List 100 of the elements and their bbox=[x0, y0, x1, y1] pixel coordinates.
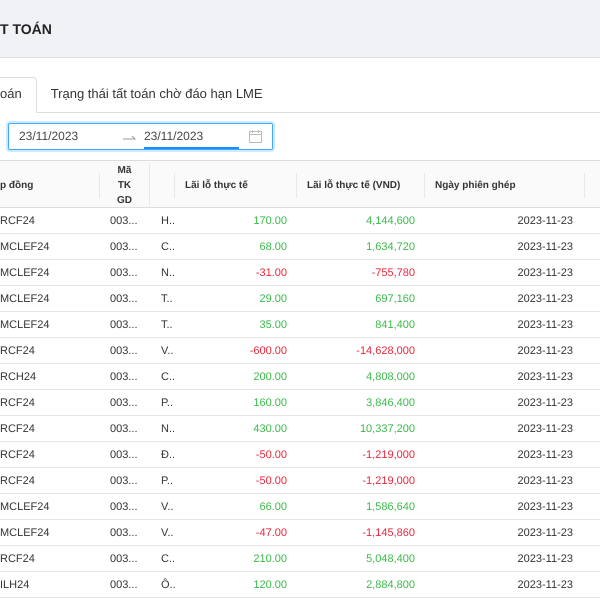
table-cell-text: 003... bbox=[109, 448, 139, 462]
table-cell-text: N.. bbox=[160, 266, 175, 280]
table-cell-text: Ô.. bbox=[160, 577, 175, 592]
table-cell-text: 003... bbox=[109, 474, 139, 488]
table-cell-text: 2023-11-23 bbox=[516, 500, 574, 514]
table-cell-text: 200.00 bbox=[252, 370, 288, 384]
tab[interactable]: Trạng thái tất toán chờ đáo hạn LME bbox=[36, 78, 277, 113]
table-cell-text: 2023-11-23 bbox=[516, 552, 574, 566]
table-cell-text: 2023-11-23 bbox=[516, 292, 574, 306]
table-cell-text: 003... bbox=[109, 370, 139, 384]
table-cell-text: MCLEF24 bbox=[0, 266, 51, 280]
table-cell-text: 68.00 bbox=[258, 240, 288, 254]
table-cell-text: C.. bbox=[160, 240, 175, 254]
table-cell-text: 003... bbox=[109, 214, 139, 228]
date-input[interactable]: 23/11/2023 bbox=[144, 124, 239, 148]
table-cell-text: -1,219,000 bbox=[361, 448, 416, 462]
table-cell-text: 003... bbox=[109, 396, 139, 410]
table-cell-text: 29.00 bbox=[258, 292, 288, 306]
calendar-icon bbox=[249, 130, 262, 143]
table-cell-text: 5,048,400 bbox=[365, 552, 416, 566]
table-cell-text: 1,586,640 bbox=[365, 500, 416, 514]
table-cell-text: 2023-11-23 bbox=[516, 318, 574, 332]
table-cell-text: 003... bbox=[109, 500, 139, 514]
table-cell-text: RCF24 bbox=[0, 214, 36, 228]
table-cell-text: -47.00 bbox=[254, 526, 288, 540]
table-cell-text: 2023-11-23 bbox=[516, 396, 574, 410]
column-header: p đồng bbox=[0, 180, 34, 191]
table-cell-text: 841,400 bbox=[374, 318, 416, 332]
table-cell-text: 1,634,720 bbox=[365, 240, 416, 254]
table-cell-text: RCF24 bbox=[0, 344, 36, 358]
table-cell-text: P.. bbox=[160, 396, 174, 410]
table-cell-text: 2023-11-23 bbox=[516, 266, 574, 280]
table-cell-text: C.. bbox=[160, 552, 175, 566]
table-cell-text: 003... bbox=[109, 292, 139, 306]
table-cell-text: 2,884,800 bbox=[365, 578, 416, 592]
table-cell-text: MCLEF24 bbox=[0, 318, 51, 332]
table-cell-text: 003... bbox=[109, 422, 139, 436]
table-cell-text: P.. bbox=[160, 474, 174, 488]
table-cell-text: -31.00 bbox=[254, 266, 288, 280]
page-title: T TOÁN bbox=[0, 20, 52, 36]
table-cell-text: V.. bbox=[160, 500, 174, 514]
column-header: Lãi lỗ thực tế bbox=[185, 180, 248, 191]
table-cell-text: -1,219,000 bbox=[361, 474, 416, 488]
table-cell-text: 003... bbox=[109, 526, 139, 540]
column-header: Ngày phiên ghép bbox=[435, 180, 516, 191]
table-cell-text: 160.00 bbox=[252, 396, 288, 410]
table-cell-text: C.. bbox=[160, 370, 175, 384]
table-cell-text: 66.00 bbox=[258, 500, 288, 514]
table-cell-text: -14,628,000 bbox=[355, 344, 416, 358]
table-cell-text: 2023-11-23 bbox=[516, 370, 574, 384]
table-cell-text: 120.00 bbox=[252, 578, 288, 592]
table-cell-text: 2023-11-23 bbox=[516, 422, 574, 436]
table-cell-text: T.. bbox=[160, 318, 174, 332]
table-cell-text: 170.00 bbox=[252, 214, 288, 228]
table-cell-text: -755,780 bbox=[370, 266, 416, 280]
table-cell-text: 35.00 bbox=[258, 318, 288, 332]
table-cell-text: -50.00 bbox=[254, 474, 288, 488]
table-cell-text: ILH24 bbox=[0, 578, 30, 592]
table-cell-text: MCLEF24 bbox=[0, 292, 51, 306]
table-cell-text: RCF24 bbox=[0, 552, 36, 566]
table-cell-text: V.. bbox=[160, 526, 174, 540]
table-cell-text: MCLEF24 bbox=[0, 526, 51, 540]
table-cell-text: RCH24 bbox=[0, 370, 38, 384]
table-cell-text: V.. bbox=[160, 344, 174, 358]
table-cell-text: H.. bbox=[160, 214, 175, 228]
table-cell-text: 003... bbox=[109, 318, 139, 332]
table-cell-text: -1,145,860 bbox=[361, 526, 416, 540]
table-cell-text: 3,846,400 bbox=[365, 396, 416, 410]
column-header: Mã TK GD bbox=[116, 164, 133, 208]
table-cell-text: 2023-11-23 bbox=[516, 448, 574, 462]
table-cell-text: -600.00 bbox=[248, 344, 288, 358]
table-cell-text: 003... bbox=[109, 578, 139, 592]
table-cell-text: 2023-11-23 bbox=[516, 344, 574, 358]
date-input[interactable]: 23/11/2023 bbox=[19, 124, 114, 148]
table-cell-text: Đ.. bbox=[160, 448, 175, 462]
tab[interactable]: oán bbox=[0, 77, 37, 113]
table-cell-text: 2023-11-23 bbox=[516, 526, 574, 540]
table-cell-text: 4,144,600 bbox=[365, 214, 416, 228]
table-cell-text: 697,160 bbox=[374, 292, 416, 306]
table-cell-text: 2023-11-23 bbox=[516, 214, 574, 228]
table-cell-text: 210.00 bbox=[252, 552, 288, 566]
table-cell-text: 2023-11-23 bbox=[516, 578, 574, 592]
table-cell-text: 003... bbox=[109, 344, 139, 358]
table-cell-text: 003... bbox=[109, 552, 139, 566]
table-cell-text: 10,337,200 bbox=[358, 422, 416, 436]
table-cell-text: MCLEF24 bbox=[0, 240, 51, 254]
table-cell-text: 4,808,000 bbox=[365, 370, 416, 384]
table-cell-text: N.. bbox=[160, 422, 175, 436]
table-cell-text: 430.00 bbox=[252, 422, 288, 436]
table-cell-text: 003... bbox=[109, 266, 139, 280]
table-cell-text: RCF24 bbox=[0, 422, 36, 436]
table-cell-text: RCF24 bbox=[0, 448, 36, 462]
table-cell-text: 003... bbox=[109, 240, 139, 254]
table-cell-text: T.. bbox=[160, 292, 174, 306]
table-cell-text: 2023-11-23 bbox=[516, 474, 574, 488]
column-header: Lãi lỗ thực tế (VND) bbox=[307, 180, 400, 191]
table-cell-text: RCF24 bbox=[0, 396, 36, 410]
table-cell-text: -50.00 bbox=[254, 448, 288, 462]
table-cell-text: MCLEF24 bbox=[0, 500, 51, 514]
date-range-picker[interactable]: 23/11/2023 23/11/2023 bbox=[8, 123, 273, 150]
